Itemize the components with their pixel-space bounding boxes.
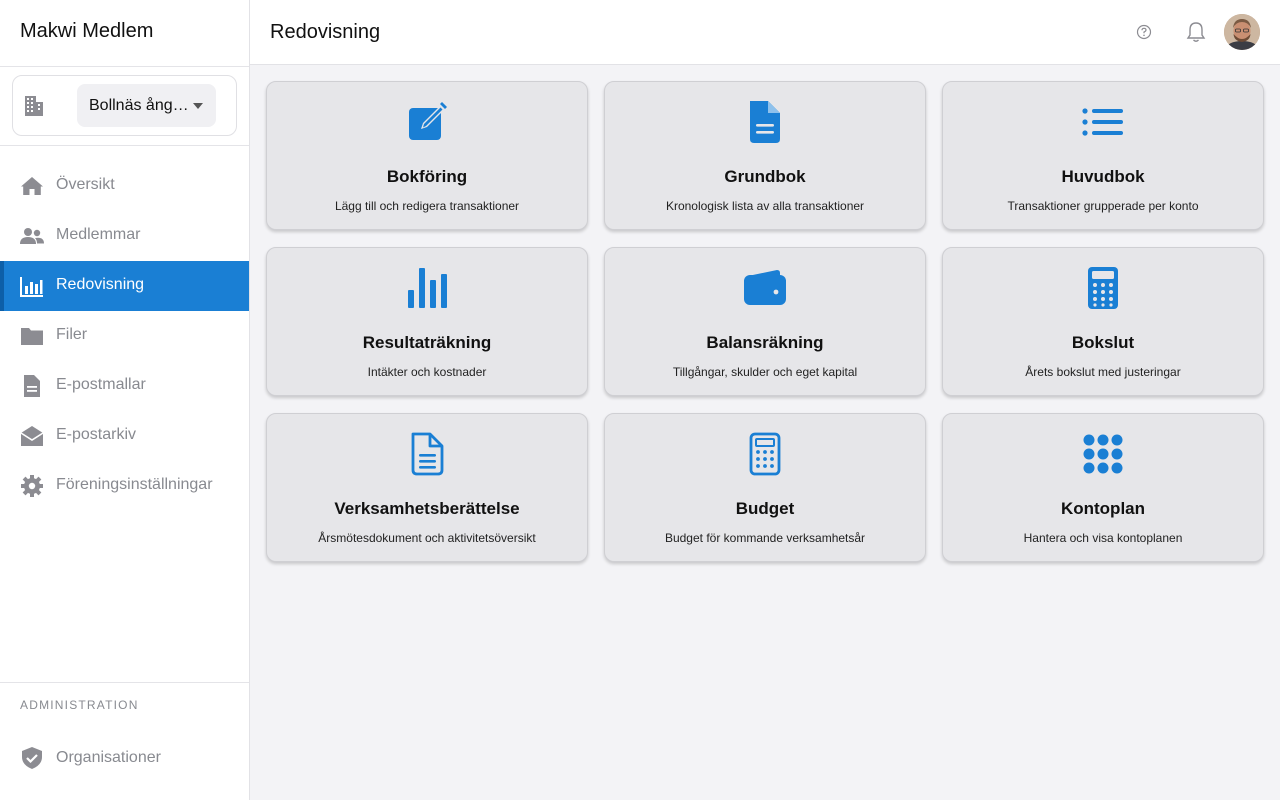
card-description: Årsmötesdokument och aktivitetsöversikt [318, 531, 536, 545]
sidebar-item-label: E-postarkiv [56, 426, 137, 443]
sidebar-nav: Översikt Medlemmar Redovisning Filer E-p… [0, 161, 249, 511]
chart-icon [20, 277, 43, 297]
card-title: Kontoplan [1060, 499, 1146, 518]
app-title: Makwi Medlem [20, 20, 154, 42]
card-description: Transaktioner grupperade per konto [1007, 199, 1199, 213]
sidebar: Makwi Medlem Bollnäs ång… Översikt Medle… [0, 0, 250, 800]
card-verksamhetsberattelse[interactable]: Verksamhetsberättelse Årsmötesdokument o… [266, 413, 588, 562]
sidebar-item-foreningsinstallningar[interactable]: Föreningsinställningar [0, 461, 249, 511]
help-icon[interactable] [1136, 24, 1152, 40]
card-title: Verksamhetsberättelse [334, 499, 520, 518]
sidebar-item-label: Filer [56, 326, 88, 343]
card-title: Balansräkning [706, 333, 824, 352]
wallet-icon [744, 270, 786, 305]
divider [0, 66, 249, 67]
card-title: Bokföring [386, 167, 468, 186]
card-description: Årets bokslut med justeringar [1025, 365, 1181, 379]
document-outline-icon [411, 432, 444, 476]
home-icon [21, 177, 43, 195]
users-icon [20, 228, 44, 244]
card-budget[interactable]: Budget Budget för kommande verksamhetsår [604, 413, 926, 562]
envelope-open-icon [20, 426, 44, 446]
sidebar-item-redovisning[interactable]: Redovisning [0, 261, 249, 311]
sidebar-item-oversikt[interactable]: Översikt [0, 161, 249, 211]
sidebar-item-label: E-postmallar [56, 376, 146, 393]
sidebar-item-label: Föreningsinställningar [56, 476, 213, 493]
card-kontoplan[interactable]: Kontoplan Hantera och visa kontoplanen [942, 413, 1264, 562]
card-resultatrakning[interactable]: Resultaträkning Intäkter och kostnader [266, 247, 588, 396]
organization-selector-box: Bollnäs ång… [12, 75, 237, 136]
grid-dots-icon [1083, 434, 1123, 474]
card-description: Intäkter och kostnader [367, 365, 487, 379]
card-description: Hantera och visa kontoplanen [1023, 531, 1183, 545]
card-huvudbok[interactable]: Huvudbok Transaktioner grupperade per ko… [942, 81, 1264, 230]
bar-chart-icon [408, 268, 447, 308]
sidebar-item-label: Översikt [56, 176, 115, 193]
sidebar-item-label: Medlemmar [56, 226, 141, 243]
sidebar-item-e-postarkiv[interactable]: E-postarkiv [0, 411, 249, 461]
card-description: Kronologisk lista av alla transaktioner [665, 199, 865, 213]
calculator-outline-icon [749, 432, 781, 476]
card-description: Lägg till och redigera transaktioner [334, 199, 520, 213]
card-grundbok[interactable]: Grundbok Kronologisk lista av alla trans… [604, 81, 926, 230]
card-title: Budget [735, 499, 795, 518]
bell-icon[interactable] [1185, 21, 1207, 43]
card-title: Grundbok [724, 167, 806, 186]
avatar-image [1224, 14, 1260, 50]
card-description: Tillgångar, skulder och eget kapital [672, 365, 858, 379]
page-title: Redovisning [270, 21, 381, 43]
building-icon [25, 96, 43, 116]
card-description: Budget för kommande verksamhetsår [664, 531, 866, 545]
card-title: Bokslut [1071, 333, 1135, 352]
file-text-icon [24, 375, 40, 397]
organization-select[interactable]: Bollnäs ång… [77, 84, 216, 127]
sidebar-item-medlemmar[interactable]: Medlemmar [0, 211, 249, 261]
sidebar-item-label: Organisationer [56, 749, 161, 766]
edit-icon [409, 102, 447, 140]
sidebar-item-e-postmallar[interactable]: E-postmallar [0, 361, 249, 411]
folder-icon [21, 328, 43, 345]
card-title: Resultaträkning [362, 333, 492, 352]
shield-check-icon [22, 747, 42, 769]
document-icon [750, 101, 780, 143]
card-bokslut[interactable]: Bokslut Årets bokslut med justeringar [942, 247, 1264, 396]
divider [0, 145, 249, 146]
sidebar-item-organisationer[interactable]: Organisationer [0, 733, 249, 783]
top-header: Redovisning [250, 0, 1280, 65]
sidebar-item-label: Redovisning [56, 276, 145, 293]
organization-select-value: Bollnäs ång… [89, 97, 189, 114]
sidebar-item-filer[interactable]: Filer [0, 311, 249, 361]
card-bokforing[interactable]: Bokföring Lägg till och redigera transak… [266, 81, 588, 230]
divider [0, 682, 249, 683]
avatar[interactable] [1224, 14, 1260, 50]
list-icon [1082, 108, 1123, 136]
admin-section-label: ADMINISTRATION [20, 698, 139, 712]
card-title: Huvudbok [1061, 167, 1145, 186]
caret-down-icon [193, 103, 203, 109]
calculator-icon [1088, 267, 1118, 309]
gear-icon [21, 475, 43, 497]
card-balansrakning[interactable]: Balansräkning Tillgångar, skulder och eg… [604, 247, 926, 396]
